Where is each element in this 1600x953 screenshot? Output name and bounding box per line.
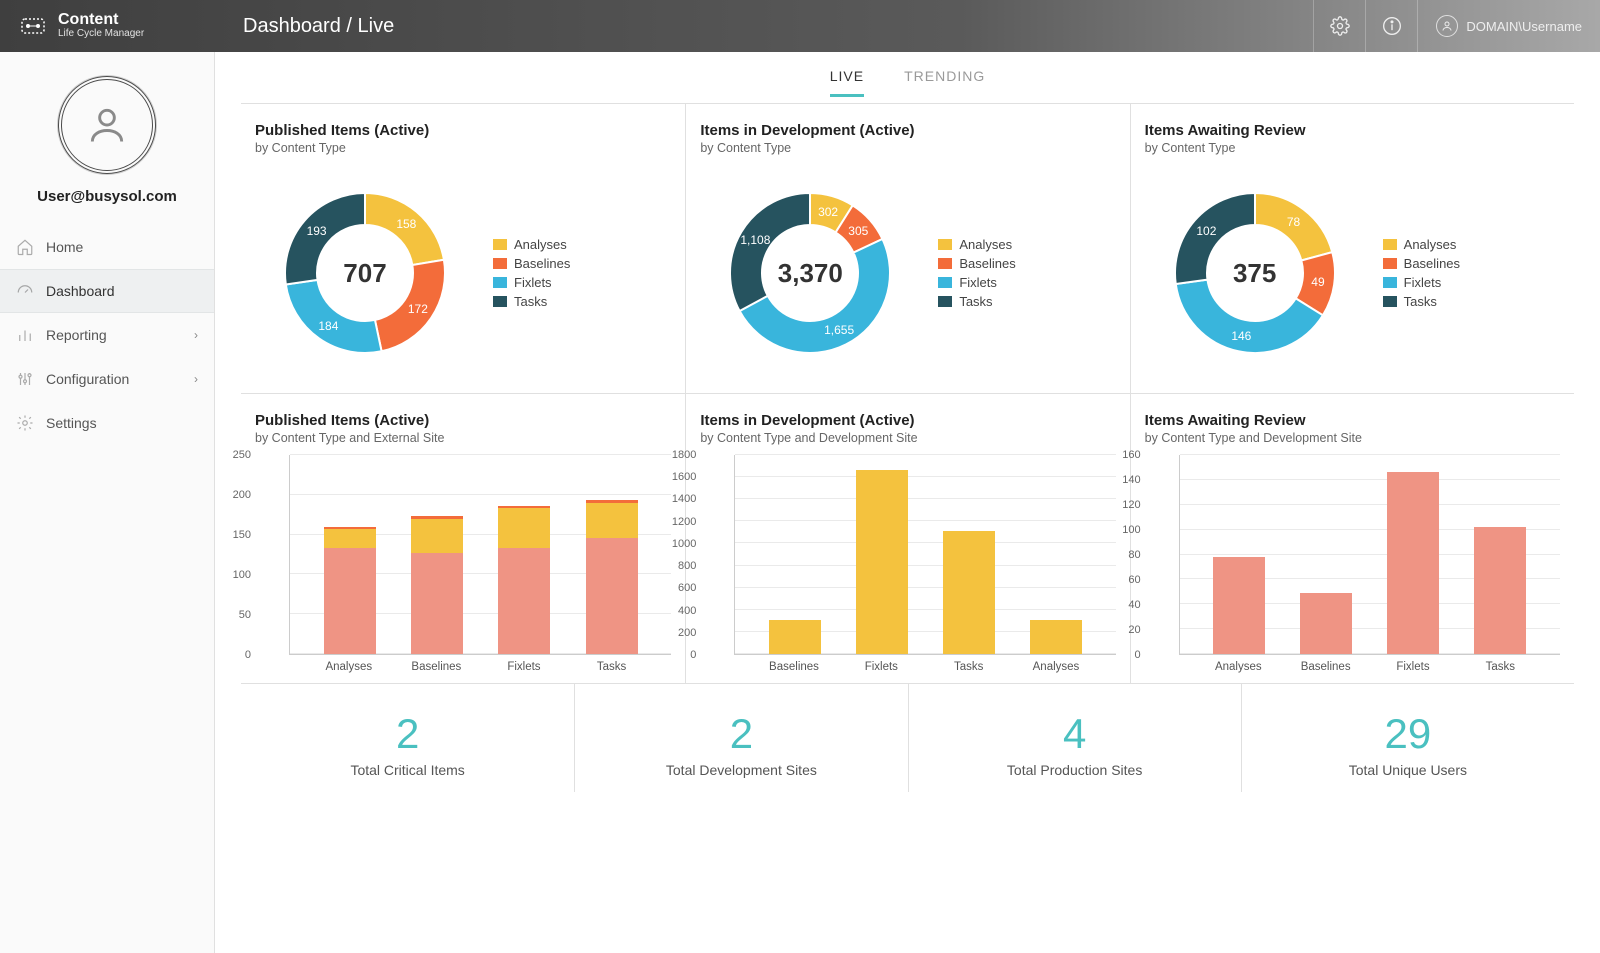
gauge-icon (16, 282, 34, 300)
profile-email: User@busysol.com (37, 188, 177, 205)
main-content: LIVE TRENDING Published Items (Active) b… (215, 52, 1600, 953)
nav-dashboard[interactable]: Dashboard (0, 269, 214, 313)
summary-caption: Total Development Sites (585, 762, 897, 778)
nav-label: Home (46, 239, 83, 255)
card-subtitle: by Content Type and Development Site (700, 431, 1115, 445)
donut-chart[interactable]: 707 158172184193 (255, 163, 475, 383)
settings-icon[interactable] (1313, 0, 1365, 52)
summary-value: 4 (919, 710, 1231, 758)
card-title: Items in Development (Active) (700, 412, 1115, 429)
user-avatar-icon (1436, 15, 1458, 37)
brand-logo: Content Life Cycle Manager (0, 11, 215, 41)
donut-total: 707 (255, 163, 475, 383)
header-username: DOMAIN\Username (1466, 19, 1582, 34)
breadcrumb: Dashboard / Live (215, 15, 394, 38)
card-title: Items Awaiting Review (1145, 412, 1560, 429)
profile-avatar-icon (58, 76, 156, 174)
bar[interactable] (1387, 472, 1439, 655)
nav-settings[interactable]: Settings (0, 401, 214, 445)
brand-title: Content (58, 12, 144, 29)
summary-value: 2 (251, 710, 564, 758)
summary-row: 2 Total Critical Items 2 Total Developme… (241, 684, 1574, 792)
summary-tile: 4 Total Production Sites (908, 684, 1241, 792)
bar-chart: 020406080100120140160 AnalysesBaselinesF… (1145, 455, 1560, 673)
card-subtitle: by Content Type (700, 141, 1115, 155)
donut-row: Published Items (Active) by Content Type… (241, 104, 1574, 394)
nav-label: Settings (46, 415, 97, 431)
donut-card: Items Awaiting Review by Content Type 37… (1130, 104, 1574, 394)
bar[interactable] (1474, 527, 1526, 655)
bar-row: Published Items (Active) by Content Type… (241, 394, 1574, 684)
summary-tile: 2 Total Critical Items (241, 684, 574, 792)
sidebar-profile: User@busysol.com (0, 52, 214, 219)
card-title: Published Items (Active) (255, 412, 671, 429)
chart-icon (16, 326, 34, 344)
donut-total: 3,370 (700, 163, 920, 383)
card-subtitle: by Content Type (1145, 141, 1560, 155)
card-subtitle: by Content Type and External Site (255, 431, 671, 445)
app-header: Content Life Cycle Manager Dashboard / L… (0, 0, 1600, 52)
summary-caption: Total Critical Items (251, 762, 564, 778)
donut-chart[interactable]: 3,370 3023051,6551,108 (700, 163, 920, 383)
card-title: Items in Development (Active) (700, 122, 1115, 139)
bar[interactable] (498, 506, 550, 654)
summary-value: 29 (1252, 710, 1564, 758)
sidebar-nav: Home Dashboard Reporting › Configuration… (0, 225, 214, 445)
info-icon[interactable] (1365, 0, 1417, 52)
brand-subtitle: Life Cycle Manager (58, 29, 144, 40)
sidebar: User@busysol.com Home Dashboard Reportin… (0, 52, 215, 953)
card-subtitle: by Content Type and Development Site (1145, 431, 1560, 445)
donut-chart[interactable]: 375 7849146102 (1145, 163, 1365, 383)
nav-home[interactable]: Home (0, 225, 214, 269)
header-user[interactable]: DOMAIN\Username (1417, 0, 1600, 52)
nav-label: Dashboard (46, 283, 115, 299)
chevron-right-icon: › (194, 328, 198, 342)
sliders-icon (16, 370, 34, 388)
bar-card: Published Items (Active) by Content Type… (241, 394, 685, 684)
bar[interactable] (1030, 620, 1082, 654)
bar[interactable] (856, 470, 908, 654)
nav-label: Reporting (46, 327, 107, 343)
nav-label: Configuration (46, 371, 129, 387)
bar-chart: 020040060080010001200140016001800 Baseli… (700, 455, 1115, 673)
gear-icon (16, 414, 34, 432)
bar-chart: 050100150200250 AnalysesBaselinesFixlets… (255, 455, 671, 673)
bar[interactable] (1213, 557, 1265, 655)
summary-value: 2 (585, 710, 897, 758)
bar[interactable] (943, 531, 995, 654)
nav-reporting[interactable]: Reporting › (0, 313, 214, 357)
bar[interactable] (411, 516, 463, 654)
content-logo-icon (18, 11, 48, 41)
bar[interactable] (324, 527, 376, 654)
summary-tile: 2 Total Development Sites (574, 684, 907, 792)
chart-legend: Analyses Baselines Fixlets Tasks (493, 233, 570, 313)
donut-card: Published Items (Active) by Content Type… (241, 104, 685, 394)
card-subtitle: by Content Type (255, 141, 671, 155)
bar-card: Items Awaiting Review by Content Type an… (1130, 394, 1574, 684)
bar[interactable] (1300, 593, 1352, 654)
summary-tile: 29 Total Unique Users (1241, 684, 1574, 792)
card-title: Published Items (Active) (255, 122, 671, 139)
donut-total: 375 (1145, 163, 1365, 383)
chart-legend: Analyses Baselines Fixlets Tasks (1383, 233, 1460, 313)
summary-caption: Total Production Sites (919, 762, 1231, 778)
dashboard-tabs: LIVE TRENDING (241, 52, 1574, 104)
summary-caption: Total Unique Users (1252, 762, 1564, 778)
card-title: Items Awaiting Review (1145, 122, 1560, 139)
home-icon (16, 238, 34, 256)
bar[interactable] (769, 620, 821, 654)
donut-card: Items in Development (Active) by Content… (685, 104, 1129, 394)
tab-live[interactable]: LIVE (830, 68, 864, 97)
bar-card: Items in Development (Active) by Content… (685, 394, 1129, 684)
tab-trending[interactable]: TRENDING (904, 68, 985, 97)
chart-legend: Analyses Baselines Fixlets Tasks (938, 233, 1015, 313)
chevron-right-icon: › (194, 372, 198, 386)
nav-configuration[interactable]: Configuration › (0, 357, 214, 401)
bar[interactable] (586, 500, 638, 654)
